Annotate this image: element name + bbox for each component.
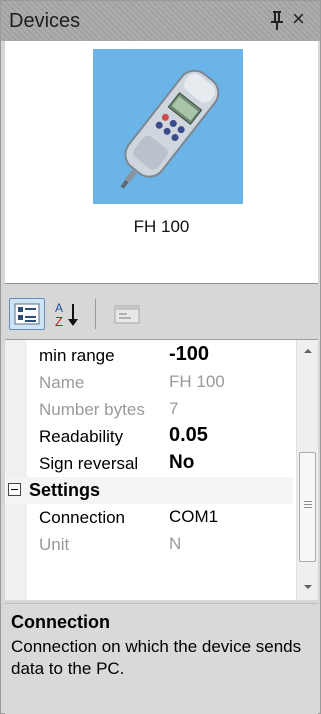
description-title: Connection bbox=[11, 612, 110, 632]
panel-title: Devices bbox=[9, 10, 81, 32]
grip-line bbox=[304, 507, 312, 508]
property-toolbar: A Z bbox=[5, 291, 318, 337]
property-label: Unit bbox=[39, 535, 70, 554]
vertical-scrollbar[interactable] bbox=[296, 340, 318, 600]
property-label: Readability bbox=[39, 427, 124, 446]
property-row-min-range[interactable]: min range -100 bbox=[5, 342, 293, 369]
property-label: Sign reversal bbox=[39, 454, 139, 473]
pin-icon[interactable] bbox=[267, 7, 287, 33]
svg-text:A: A bbox=[55, 301, 63, 315]
property-value[interactable]: -100 bbox=[169, 343, 209, 366]
property-row-name[interactable]: Name FH 100 bbox=[5, 369, 293, 396]
grip-line bbox=[304, 501, 312, 502]
property-value: N bbox=[169, 534, 182, 553]
property-value: 7 bbox=[169, 399, 179, 418]
property-label: Name bbox=[39, 373, 85, 392]
property-label: Number bytes bbox=[39, 400, 145, 419]
toolbar-separator bbox=[95, 299, 96, 329]
device-tile[interactable] bbox=[93, 49, 243, 204]
description-text: Connection on which the device sends dat… bbox=[11, 637, 302, 678]
property-value[interactable]: No bbox=[169, 452, 194, 474]
property-value[interactable]: 0.05 bbox=[169, 424, 208, 447]
property-row-sign-reversal[interactable]: Sign reversal No bbox=[5, 450, 293, 477]
property-row-connection[interactable]: Connection COM1 bbox=[5, 504, 293, 531]
category-row-settings[interactable]: Settings bbox=[5, 477, 293, 504]
scroll-down-icon[interactable] bbox=[297, 576, 318, 598]
scrollbar-thumb[interactable] bbox=[299, 452, 316, 562]
property-row-unit[interactable]: Unit N bbox=[5, 531, 293, 558]
property-row-number-bytes[interactable]: Number bytes 7 bbox=[5, 396, 293, 423]
property-pages-icon[interactable] bbox=[109, 298, 145, 330]
device-name-label: FH 100 bbox=[133, 217, 190, 236]
svg-text:Z: Z bbox=[55, 314, 63, 329]
property-value: FH 100 bbox=[169, 372, 225, 391]
devices-panel: Devices × FH 100 A Z min range -100 Name… bbox=[0, 0, 321, 714]
category-label: Settings bbox=[29, 480, 101, 500]
panel-titlebar[interactable]: Devices × bbox=[1, 1, 320, 41]
description-panel: Connection Connection on which the devic… bbox=[5, 603, 318, 714]
property-label: min range bbox=[39, 346, 115, 365]
property-grid: min range -100 Name FH 100 Number bytes … bbox=[5, 339, 318, 600]
force-gauge-device-image bbox=[120, 69, 220, 189]
close-icon[interactable]: × bbox=[292, 6, 305, 32]
property-label: Connection bbox=[39, 508, 126, 527]
property-value[interactable]: COM1 bbox=[169, 507, 218, 527]
sort-az-icon[interactable]: A Z bbox=[49, 298, 85, 330]
device-list: FH 100 bbox=[5, 41, 318, 284]
categorized-view-icon[interactable] bbox=[9, 298, 45, 330]
collapse-icon[interactable] bbox=[8, 483, 21, 496]
property-row-readability[interactable]: Readability 0.05 bbox=[5, 423, 293, 450]
grip-line bbox=[304, 504, 312, 505]
scroll-up-icon[interactable] bbox=[297, 340, 318, 362]
